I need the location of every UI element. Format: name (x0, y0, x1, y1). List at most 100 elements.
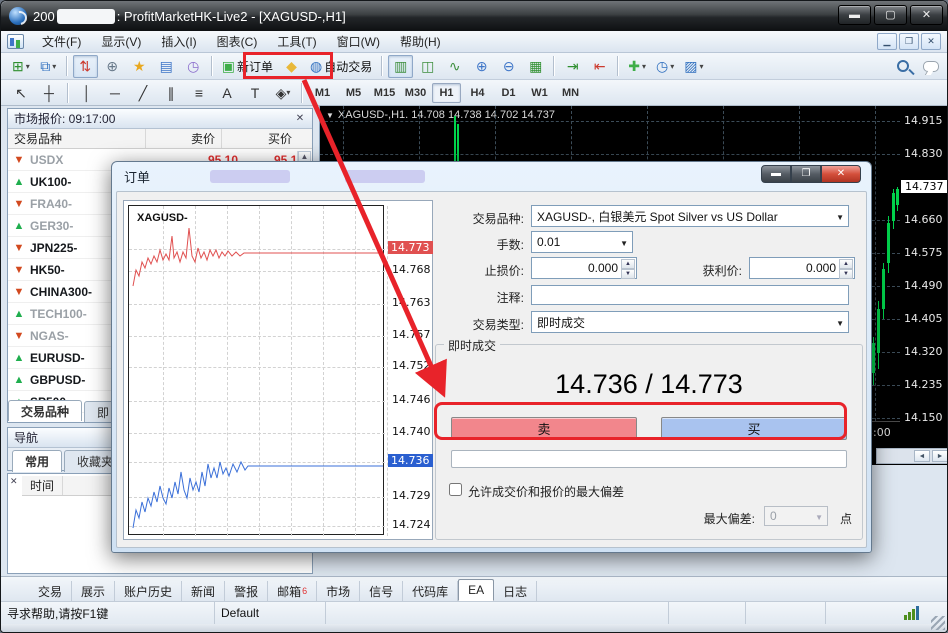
profiles-button[interactable]: ⧉▾ (36, 55, 61, 78)
spin-up-icon[interactable]: ▲ (839, 259, 853, 269)
auto-trading-button[interactable]: ◍自动交易 (306, 55, 376, 78)
chart-scrollbar[interactable]: ◄ ► (876, 448, 948, 464)
fibonacci-tool[interactable]: ≡ (186, 82, 212, 104)
buy-button[interactable]: 买 (661, 417, 847, 440)
scroll-left-icon[interactable]: ◄ (914, 450, 930, 462)
terminal-tab-账户历史[interactable]: 账户历史 (115, 581, 182, 601)
window-minimize-button[interactable]: ▬ (838, 5, 871, 25)
lots-select[interactable]: 0.01▼ (531, 231, 633, 253)
take-profit-stepper[interactable]: 0.000 ▲▼ (749, 257, 855, 279)
timeframe-MN[interactable]: MN (556, 83, 585, 103)
data-window-button[interactable]: ▤ (154, 55, 179, 78)
vertical-line-tool[interactable]: │ (74, 82, 100, 104)
spin-up-icon[interactable]: ▲ (621, 259, 635, 269)
search-icon[interactable] (897, 60, 909, 72)
text-tool[interactable]: A (214, 82, 240, 104)
column-ask[interactable]: 买价 (222, 129, 298, 148)
symbol-select[interactable]: XAGUSD-, 白银美元 Spot Silver vs US Dollar▼ (531, 205, 849, 227)
terminal-tab-代码库[interactable]: 代码库 (403, 581, 458, 601)
window-close-button[interactable]: ✕ (910, 5, 943, 25)
dialog-minimize-button[interactable]: ▬ (761, 165, 791, 183)
bid-line (133, 462, 383, 528)
history-center-button[interactable]: ◷ (181, 55, 206, 78)
menu-item-2[interactable]: 插入(I) (151, 31, 206, 52)
line-chart-button[interactable]: ∿ (442, 55, 467, 78)
market-watch-close-icon[interactable]: ✕ (294, 113, 306, 124)
label-tool[interactable]: T (242, 82, 268, 104)
max-deviation-checkbox[interactable] (449, 483, 462, 496)
terminal-tab-EA[interactable]: EA (458, 579, 494, 601)
chart-selector-icon[interactable]: ▼ (326, 111, 334, 120)
bar-chart-button[interactable]: ▥ (388, 55, 413, 78)
terminal-tab-日志[interactable]: 日志 (494, 581, 537, 601)
menu-item-4[interactable]: 工具(T) (267, 31, 326, 52)
menu-item-6[interactable]: 帮助(H) (390, 31, 451, 52)
order-type-select[interactable]: 即时成交▼ (531, 311, 849, 333)
trendline-tool[interactable]: ╱ (130, 82, 156, 104)
menu-item-3[interactable]: 图表(C) (207, 31, 268, 52)
spin-down-icon[interactable]: ▼ (621, 269, 635, 279)
timeframe-M30[interactable]: M30 (401, 83, 430, 103)
menu-item-1[interactable]: 显示(V) (91, 31, 151, 52)
column-symbol[interactable]: 交易品种 (8, 129, 146, 148)
timeframe-M1[interactable]: M1 (308, 83, 337, 103)
tab-common[interactable]: 常用 (12, 450, 62, 472)
templates-button[interactable]: ▨▾ (680, 55, 707, 78)
order-dialog-titlebar[interactable]: 订单 ▬ ❐ ✕ (112, 162, 871, 190)
terminal-tab-邮箱[interactable]: 邮箱6 (268, 581, 317, 601)
timeframe-M15[interactable]: M15 (370, 83, 399, 103)
terminal-tab-市场[interactable]: 市场 (317, 581, 360, 601)
tick-updown-button[interactable]: ⇅ (73, 55, 98, 78)
chevron-down-icon: ▼ (836, 319, 844, 328)
new-chart-button[interactable]: ⊞▾ (8, 55, 34, 78)
menu-item-5[interactable]: 窗口(W) (327, 31, 390, 52)
chart-shift-button[interactable]: ⇤ (587, 55, 612, 78)
sell-button[interactable]: 卖 (451, 417, 637, 440)
expert-library-button[interactable]: ◆ (279, 55, 304, 78)
scroll-right-icon[interactable]: ► (932, 450, 948, 462)
tab-symbols[interactable]: 交易品种 (8, 400, 82, 421)
timeframe-M5[interactable]: M5 (339, 83, 368, 103)
periods-button[interactable]: ◷▾ (652, 55, 678, 78)
menu-item-0[interactable]: 文件(F) (32, 31, 91, 52)
new-order-button[interactable]: ▣新订单 (218, 55, 277, 78)
symbols-folder-button[interactable]: ★ (127, 55, 152, 78)
zoom-out-button[interactable]: ⊖ (496, 55, 521, 78)
cursor-tool[interactable]: ↖ (8, 82, 34, 104)
timeframe-D1[interactable]: D1 (494, 83, 523, 103)
crosshair-target-button[interactable]: ⊕ (100, 55, 125, 78)
comment-input[interactable] (531, 285, 849, 305)
chart-close-button[interactable]: ✕ (921, 33, 941, 50)
dialog-restore-button[interactable]: ❐ (791, 165, 821, 183)
crosshair-tool[interactable]: ┼ (36, 82, 62, 104)
column-bid[interactable]: 卖价 (146, 129, 222, 148)
chart-minimize-button[interactable]: ▁ (877, 33, 897, 50)
spin-down-icon[interactable]: ▼ (839, 269, 853, 279)
terminal-close-icon[interactable]: ✕ (10, 476, 18, 487)
terminal-tab-展示[interactable]: 展示 (72, 581, 115, 601)
stop-loss-stepper[interactable]: 0.000 ▲▼ (531, 257, 637, 279)
window-maximize-button[interactable]: ▢ (874, 5, 907, 25)
terminal-tab-交易[interactable]: 交易 (29, 581, 72, 601)
chat-icon[interactable] (923, 61, 939, 72)
terminal-tab-信号[interactable]: 信号 (360, 581, 403, 601)
timeframe-H4[interactable]: H4 (463, 83, 492, 103)
auto-scroll-button[interactable]: ⇥ (560, 55, 585, 78)
tile-windows-button[interactable]: ▦ (523, 55, 548, 78)
status-profile[interactable]: Default (215, 602, 326, 624)
candlestick-chart-button[interactable]: ◫ (415, 55, 440, 78)
horizontal-line-tool[interactable]: ─ (102, 82, 128, 104)
timeframe-H1[interactable]: H1 (432, 83, 461, 103)
dialog-close-button[interactable]: ✕ (821, 165, 861, 183)
column-time[interactable]: 时间 (22, 476, 63, 495)
indicators-button[interactable]: ✚▾ (624, 55, 650, 78)
resize-grip[interactable] (931, 616, 945, 630)
chart-restore-button[interactable]: ❐ (899, 33, 919, 50)
terminal-tab-新闻[interactable]: 新闻 (182, 581, 225, 601)
channel-tool[interactable]: ∥ (158, 82, 184, 104)
shapes-tool[interactable]: ◈▾ (270, 82, 296, 104)
terminal-tab-警报[interactable]: 警报 (225, 581, 268, 601)
line-chart-icon: ∿ (449, 59, 461, 73)
timeframe-W1[interactable]: W1 (525, 83, 554, 103)
zoom-in-button[interactable]: ⊕ (469, 55, 494, 78)
